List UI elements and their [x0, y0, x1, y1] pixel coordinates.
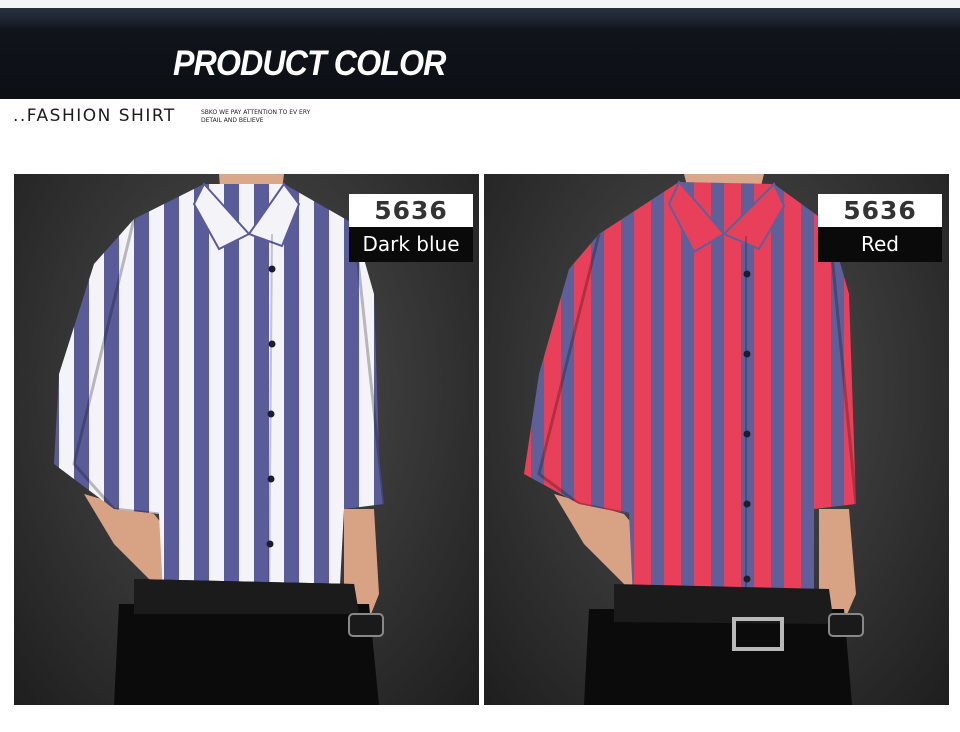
page-title: PRODUCT COLOR — [173, 44, 446, 83]
brand-tagline: SBKO WE PAY ATTENTION TO EV ERY DETAIL A… — [201, 109, 311, 124]
product-photo-dark-blue: 5636 Dark blue — [14, 174, 479, 705]
product-label-dark-blue: 5636 Dark blue — [349, 194, 473, 262]
product-photo-red: 5636 Red — [484, 174, 949, 705]
color-name: Dark blue — [349, 227, 473, 262]
top-border — [0, 0, 960, 8]
product-label-red: 5636 Red — [818, 194, 942, 262]
product-code: 5636 — [818, 194, 942, 227]
color-name: Red — [818, 227, 942, 262]
section-subtitle: ..FASHION SHIRT — [13, 106, 176, 126]
product-code: 5636 — [349, 194, 473, 227]
header-banner: PRODUCT COLOR — [0, 8, 960, 99]
